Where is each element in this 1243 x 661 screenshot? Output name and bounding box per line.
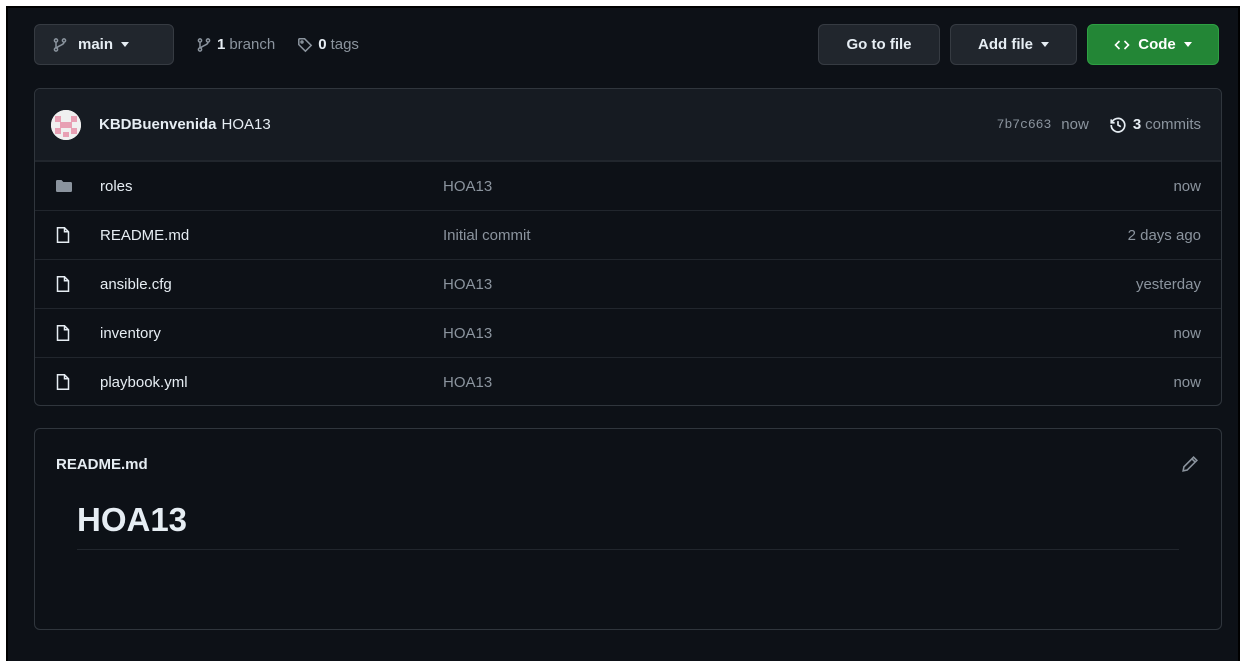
file-age: 2 days ago: [1127, 226, 1201, 244]
history-icon: [1110, 117, 1126, 133]
go-to-file-button[interactable]: Go to file: [818, 24, 940, 65]
commit-count: 3: [1132, 116, 1142, 133]
branch-name: main: [78, 36, 114, 53]
file-row[interactable]: roles HOA13 now: [35, 161, 1221, 210]
file-name[interactable]: roles: [100, 178, 443, 195]
chevron-down-icon: [1041, 42, 1049, 47]
repo-toolbar: main 1 branch 0 tags Go to file Add file: [34, 24, 1219, 65]
tags-link[interactable]: 0 tags: [297, 36, 359, 53]
folder-icon: [55, 178, 75, 194]
file-age: now: [1173, 177, 1201, 195]
file-row[interactable]: inventory HOA13 now: [35, 308, 1221, 357]
file-commit-message[interactable]: Initial commit: [443, 227, 1128, 244]
file-name[interactable]: README.md: [100, 227, 443, 244]
repo-page: main 1 branch 0 tags Go to file Add file: [6, 6, 1240, 661]
file-age: now: [1173, 324, 1201, 342]
branch-label: branch: [229, 36, 276, 53]
add-file-label: Add file: [978, 36, 1033, 53]
commit-author[interactable]: KBDBuenvenida: [99, 116, 217, 133]
commit-sha[interactable]: 7b7c663: [997, 117, 1052, 132]
file-icon: [55, 373, 75, 391]
tag-label: tags: [330, 36, 359, 53]
code-button[interactable]: Code: [1087, 24, 1219, 65]
avatar[interactable]: [51, 109, 81, 140]
branch-select-button[interactable]: main: [34, 24, 174, 65]
readme-heading: HOA13: [77, 499, 1179, 550]
go-to-file-label: Go to file: [846, 36, 912, 53]
file-name[interactable]: ansible.cfg: [100, 276, 443, 293]
readme-panel: README.md HOA13: [34, 428, 1222, 630]
readme-content: HOA13: [35, 499, 1221, 550]
file-row[interactable]: README.md Initial commit 2 days ago: [35, 210, 1221, 259]
code-icon: [1114, 39, 1130, 50]
file-commit-message[interactable]: HOA13: [443, 374, 1173, 391]
file-age: yesterday: [1135, 275, 1201, 293]
tag-count: 0: [318, 36, 327, 53]
file-icon: [55, 324, 75, 342]
code-label: Code: [1138, 36, 1176, 53]
file-name[interactable]: inventory: [100, 325, 443, 342]
file-row[interactable]: playbook.yml HOA13 now: [35, 357, 1221, 405]
file-icon: [55, 275, 75, 293]
commits-history-link[interactable]: 3 commits: [1109, 116, 1201, 134]
add-file-button[interactable]: Add file: [950, 24, 1077, 65]
latest-commit: KBDBuenvenida HOA13 7b7c663 now 3 commit…: [35, 89, 1221, 161]
commit-label: commits: [1145, 116, 1201, 133]
branch-count: 1: [217, 36, 226, 53]
file-icon: [55, 226, 75, 244]
file-commit-message[interactable]: HOA13: [443, 178, 1173, 195]
git-branch-icon: [53, 37, 67, 52]
file-name[interactable]: playbook.yml: [100, 374, 443, 391]
chevron-down-icon: [1183, 42, 1192, 47]
tag-icon: [298, 37, 313, 52]
file-commit-message[interactable]: HOA13: [443, 276, 1136, 293]
file-list: KBDBuenvenida HOA13 7b7c663 now 3 commit…: [34, 88, 1222, 406]
file-commit-message[interactable]: HOA13: [443, 325, 1173, 342]
file-age: now: [1173, 373, 1201, 391]
branches-link[interactable]: 1 branch: [196, 36, 275, 53]
chevron-down-icon: [121, 42, 130, 47]
git-branch-icon: [197, 37, 211, 52]
readme-header: README.md: [35, 429, 1221, 499]
commit-time: now: [1061, 116, 1089, 133]
readme-title[interactable]: README.md: [56, 456, 148, 473]
file-row[interactable]: ansible.cfg HOA13 yesterday: [35, 259, 1221, 308]
pencil-icon[interactable]: [1181, 455, 1199, 473]
commit-message[interactable]: HOA13: [222, 116, 271, 133]
